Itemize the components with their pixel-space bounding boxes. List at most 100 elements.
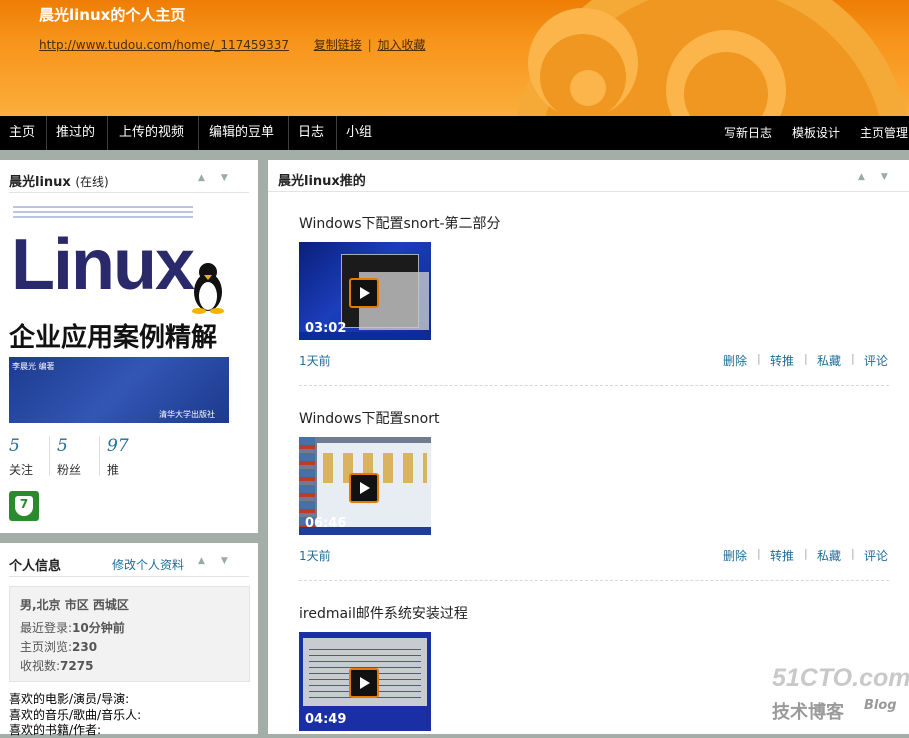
- book-publisher: 清华大学出版社: [159, 410, 215, 419]
- panel-divider: [268, 191, 909, 192]
- write-blog-link[interactable]: 写新日志: [724, 116, 772, 150]
- panel-collapse-arrows[interactable]: ▲▼: [858, 172, 904, 182]
- info-value: 7275: [60, 659, 94, 673]
- book-title-big: Linux: [11, 225, 195, 305]
- book-cover-pattern: 李晨光 编著 清华大学出版社: [9, 357, 229, 423]
- like-movies: 喜欢的电影/演员/导演:: [9, 692, 130, 706]
- action-separator: |: [757, 352, 761, 365]
- following-count[interactable]: 5: [9, 436, 20, 456]
- page-header: 晨光linux的个人主页 http://www.tudou.com/home/_…: [0, 0, 909, 116]
- badge-level: 7: [19, 497, 29, 511]
- video-title[interactable]: Windows下配置snort-第二部分: [299, 213, 501, 233]
- video-duration: 03:02: [305, 321, 347, 336]
- avatar-book-cover[interactable]: Linux 企业应用案例精解 李晨光 编著 清华大学出版社: [9, 200, 229, 423]
- followers-count[interactable]: 5: [57, 436, 68, 456]
- home-url-link[interactable]: http://www.tudou.com/home/_117459337: [39, 38, 289, 52]
- comment-button[interactable]: 评论: [864, 547, 888, 564]
- nav-divider: [107, 116, 108, 150]
- video-duration: 04:49: [305, 712, 347, 727]
- watermark-text: 技术博客: [772, 702, 844, 723]
- action-separator: |: [757, 547, 761, 560]
- info-row: 主页浏览:230: [20, 638, 97, 655]
- following-label: 关注: [9, 463, 34, 477]
- private-save-button[interactable]: 私藏: [817, 547, 841, 564]
- nav-divider: [288, 116, 289, 150]
- main-nav: 主页 推过的 上传的视频 编辑的豆单 日志 小组 写新日志 模板设计 主页管理: [0, 116, 909, 150]
- panel-divider: [9, 192, 249, 193]
- info-key: 最近登录:: [20, 621, 73, 635]
- nav-edited-playlists[interactable]: 编辑的豆单: [209, 116, 274, 150]
- header-link-divider: |: [367, 38, 372, 52]
- watermark-blog: Blog: [864, 698, 897, 713]
- level-badge[interactable]: 7: [9, 491, 39, 521]
- edit-profile-link[interactable]: 修改个人资料: [112, 556, 184, 573]
- penguin-icon: [189, 260, 227, 314]
- delete-button[interactable]: 删除: [723, 547, 747, 564]
- video-title[interactable]: Windows下配置snort: [299, 408, 439, 428]
- info-row: 收视数:7275: [20, 657, 93, 674]
- stat-divider: [99, 436, 100, 476]
- info-key: 收视数:: [20, 659, 61, 673]
- nav-divider: [198, 116, 199, 150]
- private-save-button[interactable]: 私藏: [817, 352, 841, 369]
- stat-divider: [49, 436, 50, 476]
- template-design-link[interactable]: 模板设计: [792, 116, 840, 150]
- delete-button[interactable]: 删除: [723, 352, 747, 369]
- watermark-logo: 51CTO.com: [772, 664, 909, 692]
- recommend-count[interactable]: 97: [107, 436, 129, 456]
- play-icon[interactable]: [349, 473, 379, 503]
- homepage-manage-link[interactable]: 主页管理: [860, 116, 908, 150]
- action-separator: |: [804, 547, 808, 560]
- action-separator: |: [851, 352, 855, 365]
- info-value: 10分钟前: [72, 621, 125, 635]
- comment-button[interactable]: 评论: [864, 352, 888, 369]
- info-key: 主页浏览:: [20, 640, 73, 654]
- video-title[interactable]: iredmail邮件系统安装过程: [299, 603, 468, 623]
- nav-blog[interactable]: 日志: [298, 116, 324, 150]
- nav-home[interactable]: 主页: [9, 116, 35, 150]
- book-author: 李晨光 编著: [12, 362, 55, 371]
- copy-link-button[interactable]: 复制链接: [314, 38, 362, 52]
- profile-info-box: 男,北京 市区 西城区 最近登录:10分钟前 主页浏览:230 收视数:7275: [9, 586, 250, 682]
- play-icon[interactable]: [349, 668, 379, 698]
- video-thumbnail[interactable]: 04:49: [299, 632, 431, 731]
- item-divider: [299, 385, 889, 386]
- add-favorite-button[interactable]: 加入收藏: [377, 38, 425, 52]
- nav-groups[interactable]: 小组: [346, 116, 372, 150]
- item-divider: [299, 580, 889, 581]
- action-separator: |: [851, 547, 855, 560]
- nav-recommended[interactable]: 推过的: [56, 116, 95, 150]
- info-title: 个人信息: [9, 559, 62, 574]
- header-links: http://www.tudou.com/home/_117459337 复制链…: [39, 36, 425, 53]
- book-top-text-lines: [13, 203, 193, 221]
- video-thumbnail[interactable]: 06:46: [299, 437, 431, 535]
- online-status: (在线): [75, 175, 109, 189]
- book-subtitle: 企业应用案例精解: [9, 323, 218, 353]
- panel-divider: [9, 576, 249, 577]
- action-separator: |: [804, 352, 808, 365]
- video-duration: 06:46: [305, 516, 347, 531]
- recommend-label: 推: [107, 463, 120, 477]
- gender-location: 男,北京 市区 西城区: [20, 598, 129, 612]
- thumb-desktop-icons: [299, 437, 315, 527]
- main-title: 晨光linux推的: [278, 174, 366, 189]
- followers-label: 粉丝: [57, 463, 82, 477]
- video-time-ago[interactable]: 1天前: [299, 352, 331, 369]
- header-decoration-flower: [570, 70, 606, 106]
- info-value: 230: [72, 640, 98, 654]
- site-title: 晨光linux的个人主页: [39, 6, 186, 24]
- profile-name: 晨光linux (在线): [9, 171, 109, 190]
- profile-name-text: 晨光linux: [9, 175, 71, 190]
- repost-button[interactable]: 转推: [770, 352, 794, 369]
- repost-button[interactable]: 转推: [770, 547, 794, 564]
- nav-divider: [336, 116, 337, 150]
- info-row: 最近登录:10分钟前: [20, 619, 125, 636]
- nav-uploaded-videos[interactable]: 上传的视频: [119, 116, 184, 150]
- like-books: 喜欢的书籍/作者:: [9, 723, 102, 737]
- video-time-ago[interactable]: 1天前: [299, 547, 331, 564]
- video-thumbnail[interactable]: 03:02: [299, 242, 431, 340]
- play-icon[interactable]: [349, 278, 379, 308]
- panel-collapse-arrows[interactable]: ▲▼: [198, 556, 244, 566]
- nav-divider: [46, 116, 47, 150]
- panel-collapse-arrows[interactable]: ▲▼: [198, 173, 244, 183]
